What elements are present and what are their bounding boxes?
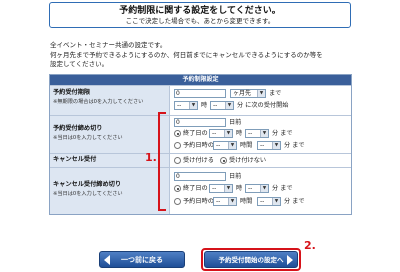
arrow-left-icon bbox=[104, 255, 110, 265]
deadline-booking-minute-select[interactable]: -- bbox=[257, 141, 281, 150]
deadline-booking-suffix: 分 まで bbox=[284, 142, 305, 149]
deadline-end-day-label: 終了日の bbox=[183, 130, 208, 137]
arrow-right-icon bbox=[287, 255, 293, 265]
cancel-reject-radio[interactable] bbox=[220, 157, 227, 164]
deadline-booking-hours-select[interactable]: -- bbox=[213, 141, 237, 150]
cancel-deadline-days-input[interactable]: 0 bbox=[174, 172, 226, 181]
limit-hour-label: 時 bbox=[201, 102, 208, 109]
row-note: ※無期限の場合は0を入力してください bbox=[53, 98, 144, 105]
row-cancel-accept: キャンセル受付 受け付ける 受け付けない bbox=[50, 153, 351, 167]
row-reservation-deadline: 予約受付締め切り ※当日は0を入力してください 0 日前 終了日の -- 時 -… bbox=[50, 115, 351, 153]
limit-hour-select[interactable]: -- bbox=[174, 101, 198, 110]
intro-line: 全イベント・セミナー共通の設定です。 bbox=[50, 41, 167, 49]
cancel-accept-label: 受け付ける bbox=[183, 157, 214, 164]
next-button-label: 予約受付開始の設定へ bbox=[218, 256, 284, 264]
limit-unit-select[interactable]: ヶ月先 bbox=[230, 89, 266, 98]
cancel-reject-label: 受け付けない bbox=[229, 157, 267, 164]
cancel-deadline-end-suffix: 分 まで bbox=[272, 185, 293, 192]
intro-line: 設定してください。 bbox=[50, 60, 109, 68]
row-value: 0 日前 終了日の -- 時 -- 分 まで 予約日時の -- 時間 -- 分 … bbox=[172, 168, 351, 214]
cancel-deadline-booking-hours-label: 時間 bbox=[240, 198, 253, 205]
cancel-deadline-booking-time-label: 予約日時の bbox=[183, 198, 214, 205]
deadline-booking-time-label: 予約日時の bbox=[183, 142, 214, 149]
cancel-deadline-booking-hours-select[interactable]: -- bbox=[213, 197, 237, 206]
row-cancel-deadline: キャンセル受付締め切り ※当日は0を入力してください 0 日前 終了日の -- … bbox=[50, 167, 351, 214]
back-button-label: 一つ前に戻る bbox=[121, 256, 163, 264]
deadline-end-suffix: 分 まで bbox=[272, 130, 293, 137]
row-label-text: 予約受付期限 bbox=[53, 89, 91, 96]
limit-time-suffix: 分 に次の受付開始 bbox=[237, 102, 289, 109]
deadline-days-suffix: 日前 bbox=[229, 119, 242, 126]
row-reservation-limit: 予約受付期限 ※無期限の場合は0を入力してください 0 ヶ月先 まで -- 時 … bbox=[50, 85, 351, 115]
table-header: 予約制限設定 bbox=[50, 75, 351, 85]
intro-text: 全イベント・セミナー共通の設定です。 何ヶ月先まで予約できるようにするのか、何日… bbox=[50, 41, 360, 70]
cancel-deadline-booking-suffix: 分 まで bbox=[284, 198, 305, 205]
cancel-deadline-booking-minute-select[interactable]: -- bbox=[257, 197, 281, 206]
row-value: 受け付ける 受け付けない bbox=[172, 154, 351, 167]
row-note: ※当日は0を入力してください bbox=[53, 134, 123, 141]
cancel-deadline-end-hour-select[interactable]: -- bbox=[209, 184, 233, 193]
row-label-text: キャンセル受付締め切り bbox=[53, 181, 122, 188]
deadline-end-minute-select[interactable]: -- bbox=[245, 129, 269, 138]
highlight-bracket bbox=[158, 112, 166, 211]
annotation-number-1: 1. bbox=[145, 151, 157, 164]
deadline-booking-time-radio[interactable] bbox=[174, 142, 181, 149]
row-value: 0 ヶ月先 まで -- 時 -- 分 に次の受付開始 bbox=[172, 86, 351, 115]
cancel-deadline-end-minute-select[interactable]: -- bbox=[245, 184, 269, 193]
cancel-accept-radio[interactable] bbox=[174, 157, 181, 164]
limit-months-input[interactable]: 0 bbox=[174, 89, 226, 98]
back-button[interactable]: 一つ前に戻る bbox=[99, 251, 185, 268]
next-button[interactable]: 予約受付開始の設定へ bbox=[204, 251, 298, 268]
row-value: 0 日前 終了日の -- 時 -- 分 まで 予約日時の -- 時間 -- 分 … bbox=[172, 116, 351, 153]
limit-minute-select[interactable]: -- bbox=[210, 101, 234, 110]
row-label: キャンセル受付締め切り ※当日は0を入力してください bbox=[50, 168, 170, 214]
deadline-end-hour-select[interactable]: -- bbox=[209, 129, 233, 138]
deadline-end-hour-label: 時 bbox=[236, 130, 243, 137]
intro-line: 何ヶ月先まで予約できるようにするのか、何日前までにキャンセルできるようにするのか… bbox=[50, 50, 323, 59]
cancel-deadline-end-day-label: 終了日の bbox=[183, 185, 208, 192]
reservation-limit-table: 予約制限設定 予約受付期限 ※無期限の場合は0を入力してください 0 ヶ月先 ま… bbox=[49, 74, 352, 215]
page-subtitle: ここで決定した場合でも、あとから変更できます。 bbox=[125, 17, 275, 25]
row-label: 予約受付期限 ※無期限の場合は0を入力してください bbox=[50, 86, 170, 115]
deadline-end-day-radio[interactable] bbox=[174, 130, 181, 137]
cancel-deadline-end-hour-label: 時 bbox=[236, 185, 243, 192]
page-title: 予約制限に関する設定をしてください。 bbox=[119, 6, 281, 16]
deadline-booking-hours-label: 時間 bbox=[240, 142, 253, 149]
row-label: 予約受付締め切り ※当日は0を入力してください bbox=[50, 116, 170, 153]
annotation-number-2: 2. bbox=[304, 239, 316, 252]
limit-suffix: まで bbox=[269, 90, 282, 97]
cancel-deadline-days-suffix: 日前 bbox=[229, 173, 242, 180]
row-label-text: 予約受付締め切り bbox=[53, 125, 103, 132]
cancel-deadline-booking-time-radio[interactable] bbox=[174, 198, 181, 205]
row-note: ※当日は0を入力してください bbox=[53, 190, 123, 197]
deadline-days-input[interactable]: 0 bbox=[174, 118, 226, 127]
page-title-box: 予約制限に関する設定をしてください。 ここで決定した場合でも、あとから変更できま… bbox=[49, 2, 351, 28]
cancel-deadline-end-day-radio[interactable] bbox=[174, 185, 181, 192]
